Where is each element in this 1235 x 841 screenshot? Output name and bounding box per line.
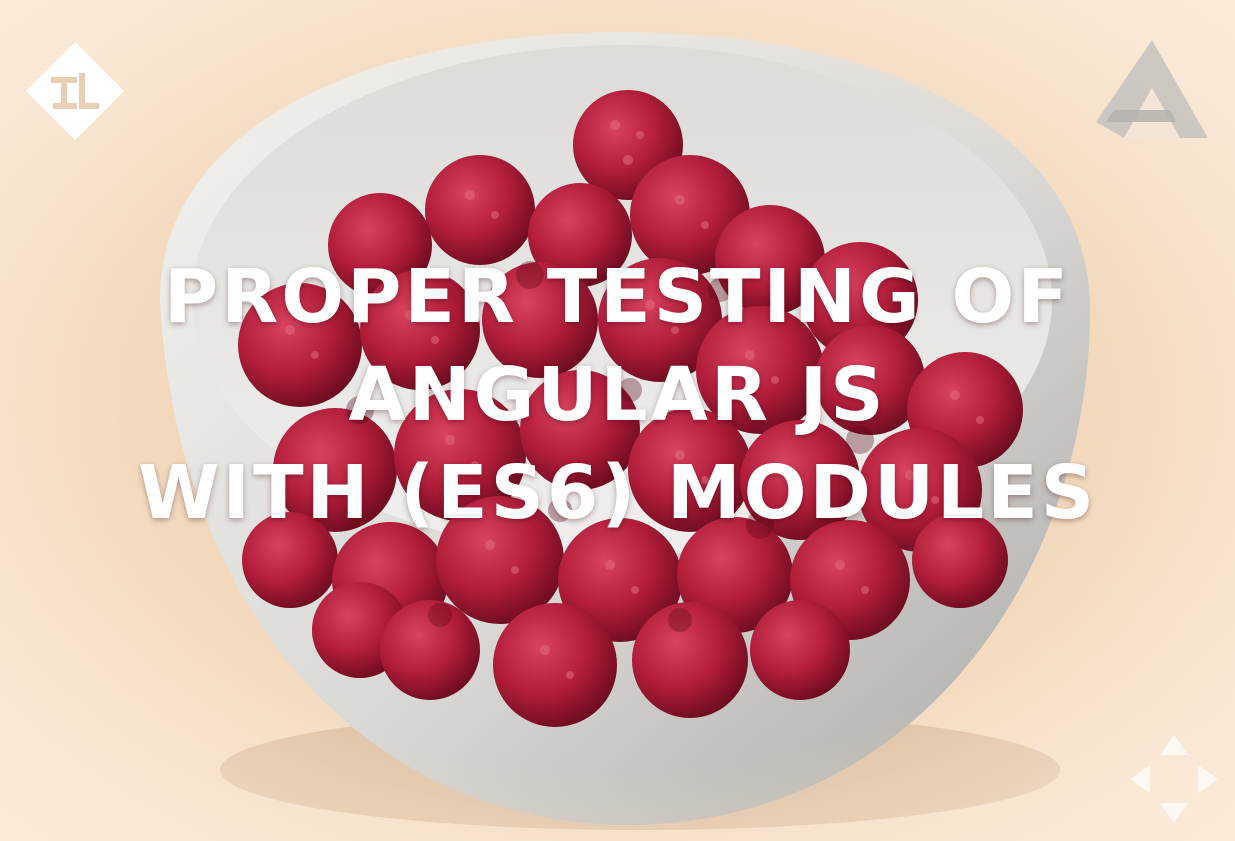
title-line-1: PROPER TESTING OF	[164, 254, 1071, 340]
title-line-2: ANGULAR JS	[348, 352, 887, 438]
arrow-cluster-watermark-icon	[1130, 735, 1218, 823]
article-title: PROPER TESTING OF ANGULAR JS WITH (ES6) …	[0, 248, 1235, 542]
hero-image: PROPER TESTING OF ANGULAR JS WITH (ES6) …	[0, 0, 1235, 841]
triangle-logo-icon	[1096, 40, 1208, 138]
tl-diamond-logo-icon	[26, 42, 124, 140]
title-line-3: WITH (ES6) MODULES	[137, 450, 1098, 536]
